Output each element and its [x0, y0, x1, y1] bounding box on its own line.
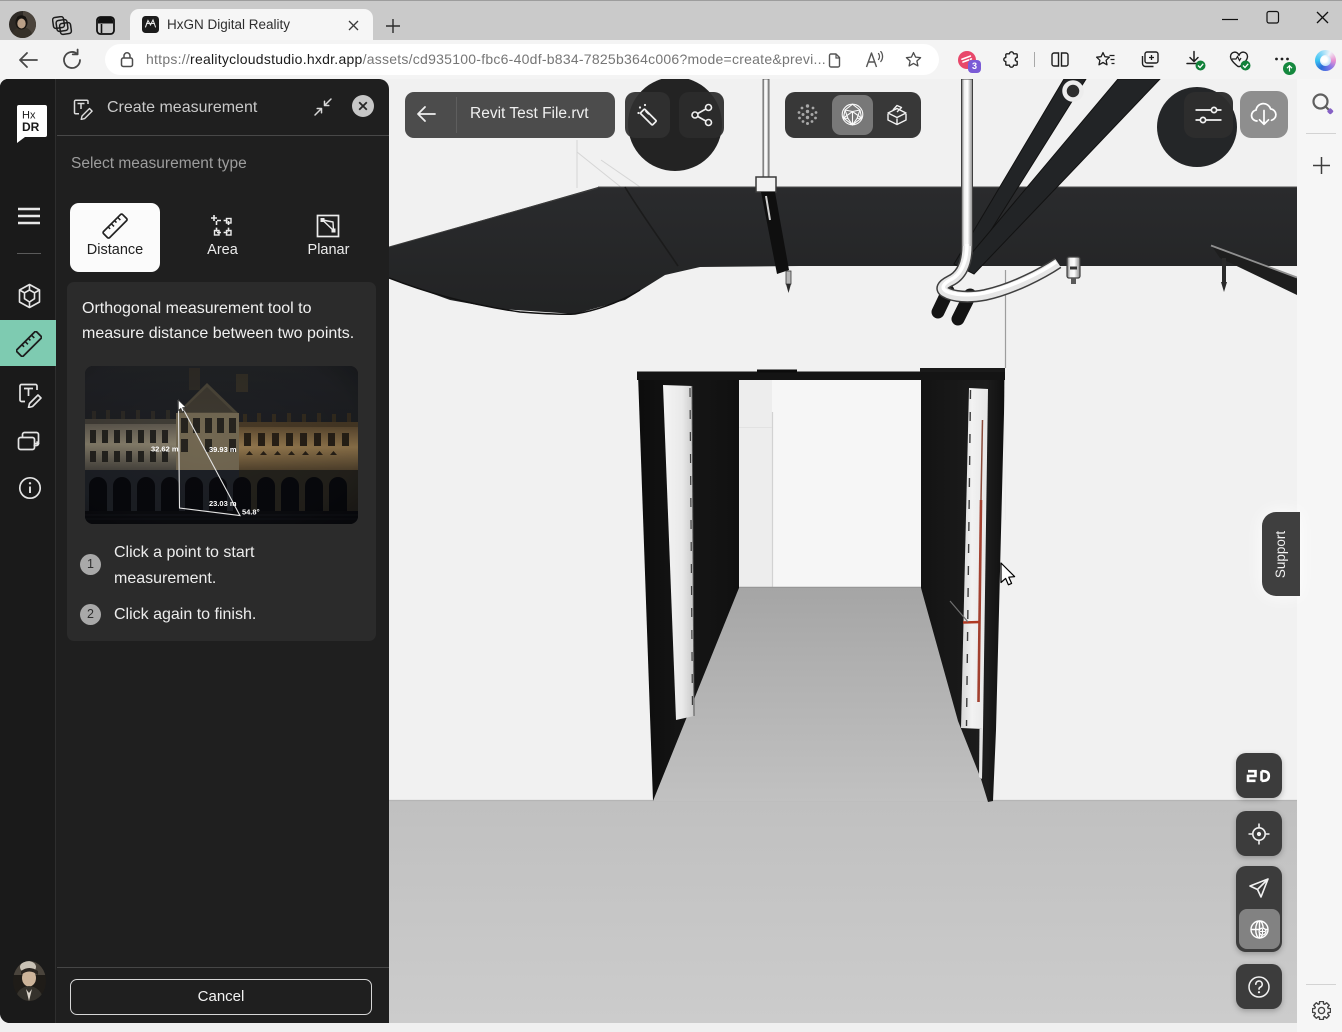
svg-text:39.93 m: 39.93 m: [209, 445, 237, 454]
svg-text:54.8°: 54.8°: [242, 508, 260, 517]
svg-text:DR: DR: [22, 120, 40, 134]
svg-text:23.03 m: 23.03 m: [209, 499, 237, 508]
svg-text:32.62 m: 32.62 m: [151, 445, 179, 454]
